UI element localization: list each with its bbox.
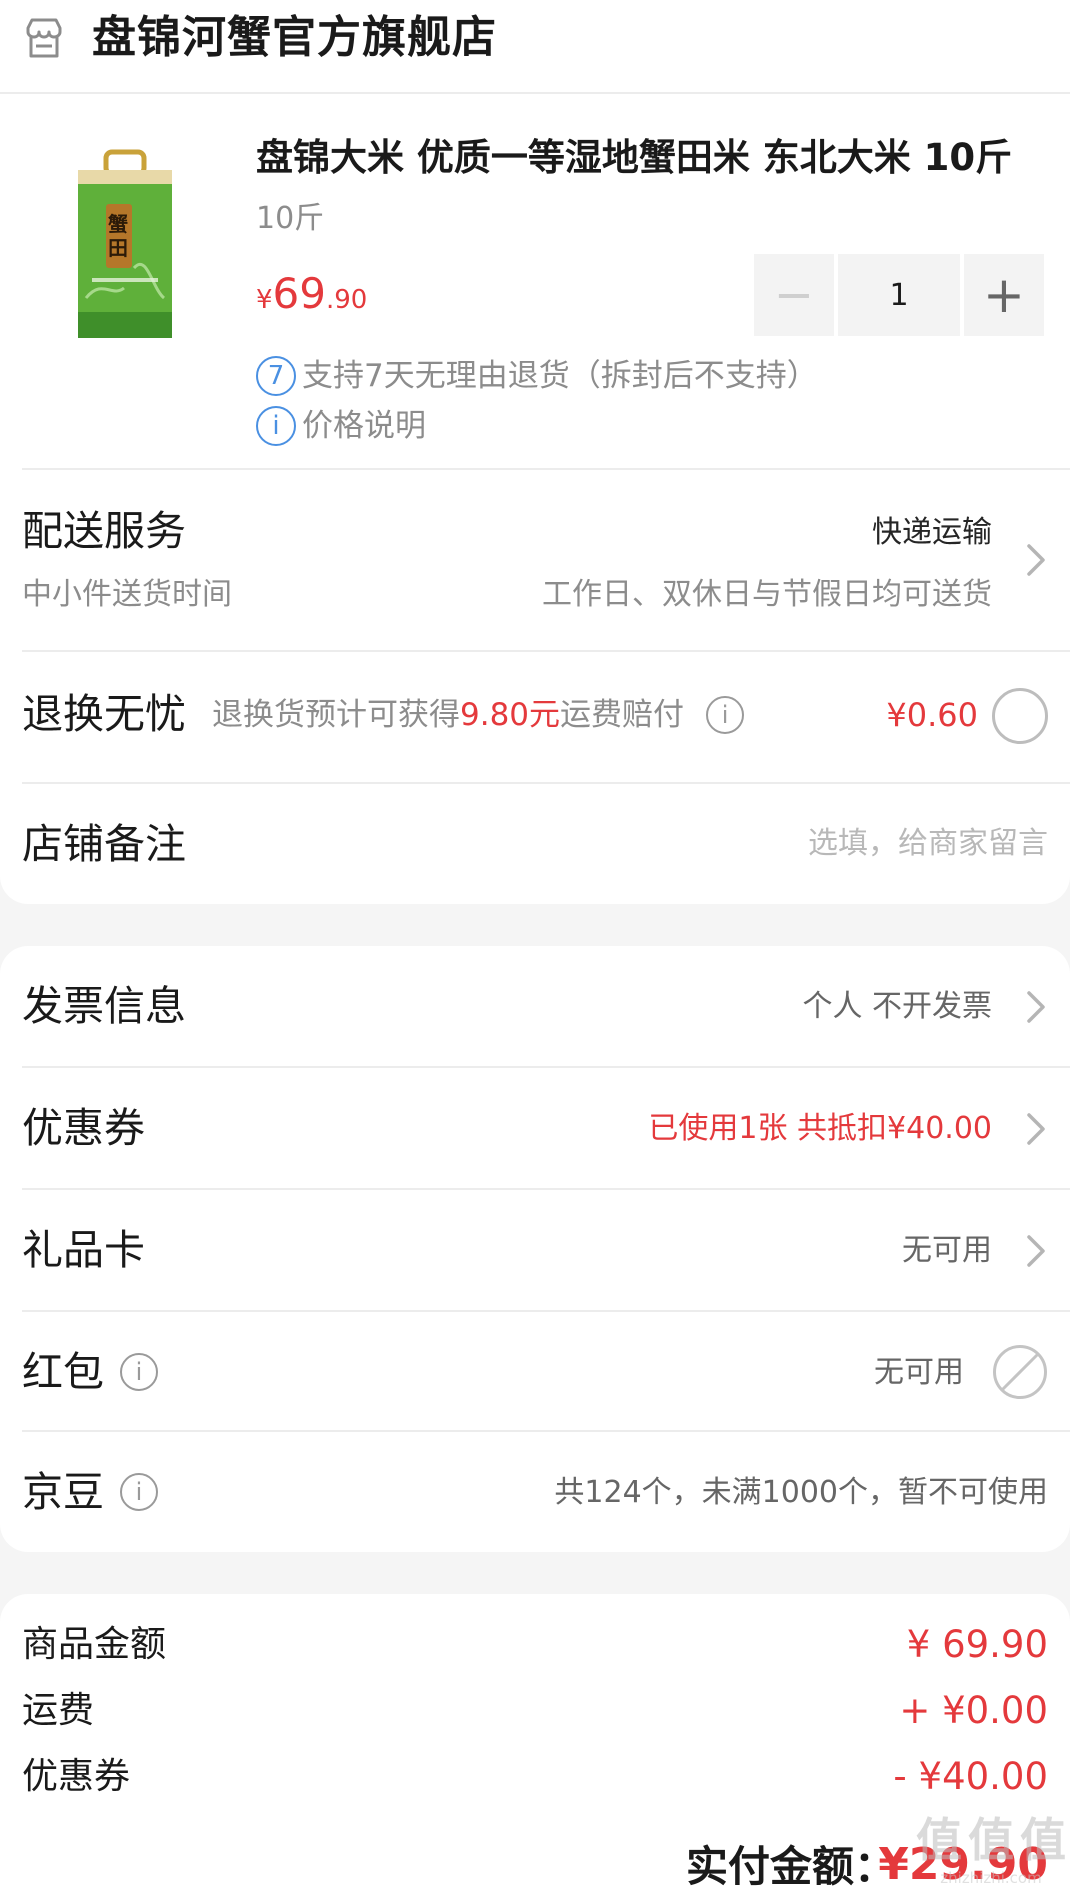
- seven-day-icon: 7: [256, 356, 296, 396]
- delivery-method: 快递运输: [872, 515, 992, 550]
- gift-card-title: 礼品卡: [22, 1226, 145, 1274]
- chevron-right-icon: [1024, 1231, 1048, 1271]
- chevron-right-icon: [1024, 1109, 1048, 1149]
- info-icon[interactable]: i: [120, 1473, 158, 1511]
- disabled-icon: [992, 1344, 1048, 1400]
- coupon-discount-value: - ¥40.00: [893, 1755, 1048, 1798]
- red-packet-value: 无可用: [874, 1355, 964, 1390]
- return-policy-note[interactable]: 7 支持7天无理由退货（拆封后不支持）: [256, 354, 818, 398]
- return-service-title: 退换无忧: [22, 690, 186, 738]
- quantity-stepper: − 1 +: [754, 254, 1048, 336]
- price-currency: ¥: [256, 285, 273, 315]
- goods-amount-label: 商品金额: [22, 1624, 167, 1665]
- price-integer: 69: [272, 269, 326, 318]
- invoice-title: 发票信息: [22, 982, 186, 1030]
- gift-card-divider: [22, 1310, 1070, 1312]
- coupon-discount-label: 优惠券: [22, 1756, 131, 1797]
- watermark-char: 值: [1020, 1813, 1066, 1867]
- price-decimal: .90: [326, 285, 368, 315]
- store-icon: [22, 16, 66, 60]
- order-store-card: 盘锦河蟹官方旗舰店 蟹田 盘锦大米 优质一等湿地蟹田米 东北大米 10斤 10斤…: [0, 0, 1070, 904]
- product-image-label: 蟹田: [108, 212, 128, 260]
- product-price: ¥69.90: [256, 268, 367, 329]
- return-desc-amount: 9.80元: [460, 697, 561, 733]
- quantity-input[interactable]: 1: [838, 254, 960, 336]
- info-icon[interactable]: i: [706, 696, 745, 734]
- delivery-time-label: 中小件送货时间: [22, 577, 232, 612]
- jd-beans-value: 共124个，未满1000个，暂不可使用: [554, 1475, 1048, 1510]
- watermark-char: 值: [916, 1813, 962, 1867]
- chevron-right-icon: [1024, 540, 1048, 580]
- decrease-quantity-button[interactable]: −: [754, 254, 834, 336]
- return-service-radio[interactable]: [992, 688, 1048, 744]
- delivery-divider: [22, 650, 1070, 652]
- payment-options-card: 发票信息 个人 不开发票 优惠券 已使用1张 共抵扣¥40.00 礼品卡 无可用…: [0, 946, 1070, 1552]
- price-explanation-link[interactable]: i 价格说明: [256, 404, 426, 448]
- jd-beans-title: 京豆 i: [22, 1464, 158, 1520]
- delivery-time-value: 工作日、双休日与节假日均可送货: [542, 577, 992, 612]
- product-image[interactable]: 蟹田: [72, 148, 178, 342]
- invoice-value: 个人 不开发票: [802, 989, 992, 1024]
- gift-card-value: 无可用: [902, 1233, 992, 1268]
- return-desc-after: 运费赔付: [560, 697, 685, 733]
- jd-beans-label: 京豆: [22, 1468, 104, 1516]
- product-spec: 10斤: [256, 201, 325, 236]
- red-packet-label: 红包: [22, 1348, 104, 1396]
- coupon-title: 优惠券: [22, 1104, 145, 1152]
- red-packet-divider: [22, 1430, 1070, 1432]
- total-label: 实付金额：: [686, 1842, 897, 1891]
- coupon-value: 已使用1张 共抵扣¥40.00: [648, 1111, 992, 1146]
- return-service-price: ¥0.60: [886, 696, 978, 734]
- return-policy-text: 支持7天无理由退货（拆封后不支持）: [302, 358, 818, 394]
- return-desc-before: 退换货预计可获得: [212, 697, 460, 733]
- goods-amount-value: ¥ 69.90: [906, 1623, 1048, 1666]
- info-icon[interactable]: i: [120, 1353, 158, 1391]
- red-packet-title: 红包 i: [22, 1344, 158, 1400]
- return-service-desc: 退换货预计可获得 9.80元 运费赔付 i: [212, 693, 745, 737]
- price-explanation-text: 价格说明: [302, 408, 426, 444]
- shipping-fee-label: 运费: [22, 1690, 95, 1731]
- watermark-logo: 值 值 值 zhizhizhi.com: [916, 1812, 1066, 1899]
- increase-quantity-button[interactable]: +: [964, 254, 1044, 336]
- watermark-site: zhizhizhi.com: [940, 1869, 1042, 1887]
- header-divider: [0, 92, 1070, 94]
- return-divider: [22, 782, 1070, 784]
- shop-note-input[interactable]: 选填，给商家留言: [528, 823, 1048, 865]
- watermark-char: 值: [968, 1813, 1014, 1867]
- shipping-fee-value: + ¥0.00: [899, 1689, 1048, 1732]
- store-name[interactable]: 盘锦河蟹官方旗舰店: [92, 8, 497, 68]
- info-icon: i: [256, 406, 296, 446]
- chevron-right-icon: [1024, 987, 1048, 1027]
- shop-note-title: 店铺备注: [22, 820, 186, 868]
- product-title[interactable]: 盘锦大米 优质一等湿地蟹田米 东北大米 10斤: [256, 132, 1012, 184]
- delivery-title: 配送服务: [22, 507, 186, 555]
- delivery-service-row[interactable]: [0, 470, 1070, 650]
